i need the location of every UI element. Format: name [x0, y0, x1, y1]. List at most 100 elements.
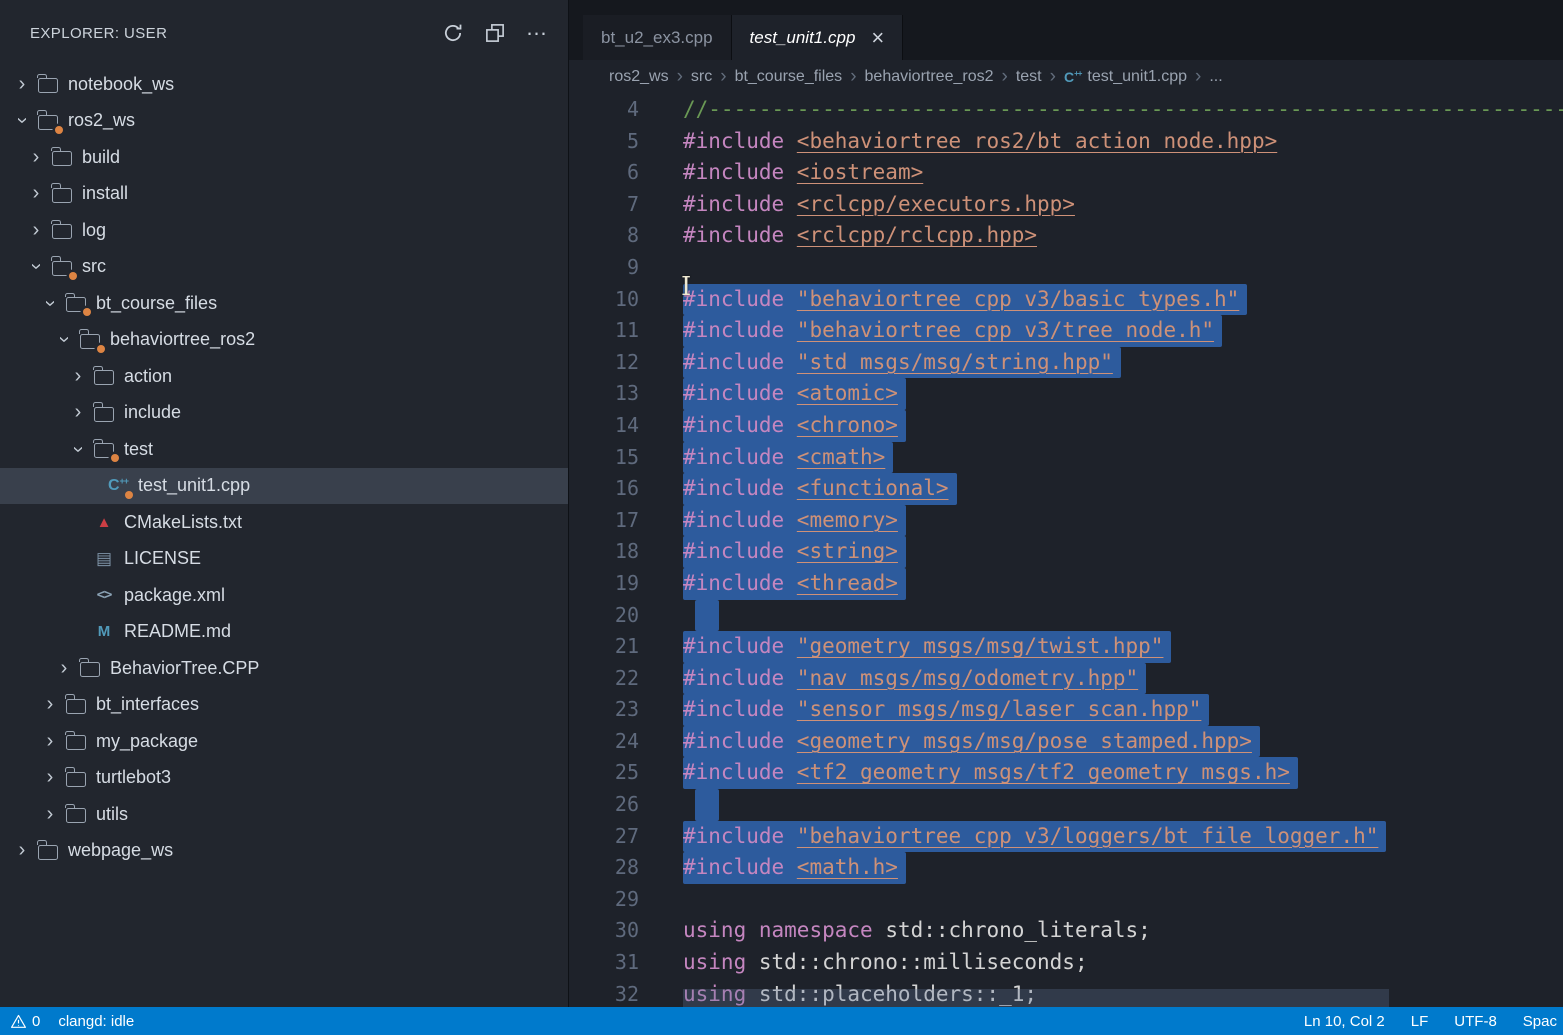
- tab-bt_u2_ex3.cpp[interactable]: bt_u2_ex3.cpp: [583, 15, 732, 60]
- line-text: #include "behaviortree_cpp_v3/loggers/bt…: [683, 821, 1386, 853]
- tab-label: bt_u2_ex3.cpp: [601, 28, 713, 48]
- line-text: #include <math.h>: [683, 852, 906, 884]
- status-encoding[interactable]: UTF-8: [1454, 1013, 1497, 1030]
- markdown-file-icon: M: [92, 621, 116, 643]
- code-line-29[interactable]: 29: [569, 884, 1563, 916]
- tree-item-label: log: [82, 220, 106, 241]
- more-actions-icon[interactable]: …: [524, 20, 550, 46]
- line-number: 10: [569, 284, 639, 316]
- tree-item-BehaviorTree.CPP[interactable]: ›BehaviorTree.CPP: [0, 650, 568, 687]
- tree-item-package.xml[interactable]: <>package.xml: [0, 577, 568, 614]
- line-number: 23: [569, 694, 639, 726]
- code-line-20[interactable]: 20: [569, 600, 1563, 632]
- code-line-31[interactable]: 31using std::chrono::milliseconds;: [569, 947, 1563, 979]
- cmake-file-icon: ▲: [92, 511, 116, 533]
- chevron-right-icon: ›: [716, 66, 730, 88]
- code-line-23[interactable]: 23#include "sensor_msgs/msg/laser_scan.h…: [569, 694, 1563, 726]
- split-editors-icon[interactable]: [482, 20, 508, 46]
- folder-icon: [64, 803, 88, 825]
- code-line-26[interactable]: 26: [569, 789, 1563, 821]
- breadcrumb-item-test[interactable]: test: [1012, 68, 1046, 86]
- line-text: //--------------------------------------…: [683, 94, 1563, 126]
- folder-icon: [64, 292, 88, 314]
- code-line-13[interactable]: 13#include <atomic>: [569, 378, 1563, 410]
- tree-item-action[interactable]: ›action: [0, 358, 568, 395]
- tree-item-build[interactable]: ›build: [0, 139, 568, 176]
- code-line-22[interactable]: 22#include "nav_msgs/msg/odometry.hpp": [569, 663, 1563, 695]
- code-line-30[interactable]: 30using namespace std::chrono_literals;: [569, 915, 1563, 947]
- breadcrumb-item-bt_course_files[interactable]: bt_course_files: [731, 68, 847, 86]
- code-line-25[interactable]: 25#include <tf2_geometry_msgs/tf2_geomet…: [569, 757, 1563, 789]
- line-text: #include <rclcpp/executors.hpp>: [683, 189, 1075, 221]
- line-text: #include <memory>: [683, 505, 906, 537]
- code-editor[interactable]: 4//-------------------------------------…: [569, 94, 1563, 1007]
- line-number: 12: [569, 347, 639, 379]
- tree-item-label: utils: [96, 804, 128, 825]
- status-language-server[interactable]: clangd: idle: [58, 1013, 134, 1030]
- code-line-6[interactable]: 6#include <iostream>: [569, 157, 1563, 189]
- folder-icon: [92, 365, 116, 387]
- tree-item-README.md[interactable]: MREADME.md: [0, 614, 568, 651]
- code-line-8[interactable]: 8#include <rclcpp/rclcpp.hpp>: [569, 220, 1563, 252]
- tree-item-install[interactable]: ›install: [0, 176, 568, 213]
- tree-item-ros2_ws[interactable]: ›ros2_ws: [0, 103, 568, 140]
- chevron-right-icon: ›: [997, 66, 1011, 88]
- status-indentation[interactable]: Spac: [1523, 1013, 1557, 1030]
- tree-item-include[interactable]: ›include: [0, 395, 568, 432]
- refresh-icon[interactable]: [440, 20, 466, 46]
- code-line-14[interactable]: 14#include <chrono>: [569, 410, 1563, 442]
- code-line-15[interactable]: 15#include <cmath>: [569, 442, 1563, 474]
- tree-item-turtlebot3[interactable]: ›turtlebot3: [0, 760, 568, 797]
- tree-item-log[interactable]: ›log: [0, 212, 568, 249]
- tree-item-bt_course_files[interactable]: ›bt_course_files: [0, 285, 568, 322]
- tree-item-behaviortree_ros2[interactable]: ›behaviortree_ros2: [0, 322, 568, 359]
- tree-item-test_unit1.cpp[interactable]: C++test_unit1.cpp: [0, 468, 568, 505]
- code-line-16[interactable]: 16#include <functional>: [569, 473, 1563, 505]
- breadcrumb-item-test_unit1.cpp[interactable]: C++test_unit1.cpp: [1060, 68, 1191, 86]
- tree-item-notebook_ws[interactable]: ›notebook_ws: [0, 66, 568, 103]
- line-text: #include "std_msgs/msg/string.hpp": [683, 347, 1121, 379]
- line-number: 8: [569, 220, 639, 252]
- tree-item-test[interactable]: ›test: [0, 431, 568, 468]
- breadcrumb-item-...[interactable]: ...: [1205, 68, 1226, 86]
- folder-icon: [78, 329, 102, 351]
- tree-item-utils[interactable]: ›utils: [0, 796, 568, 833]
- code-line-7[interactable]: 7#include <rclcpp/executors.hpp>: [569, 189, 1563, 221]
- code-line-28[interactable]: 28#include <math.h>: [569, 852, 1563, 884]
- tree-item-label: build: [82, 147, 120, 168]
- line-text: #include "behaviortree_cpp_v3/tree_node.…: [683, 315, 1222, 347]
- status-eol[interactable]: LF: [1411, 1013, 1429, 1030]
- status-problems[interactable]: 0: [10, 1013, 40, 1030]
- breadcrumb-item-ros2_ws[interactable]: ros2_ws: [605, 68, 673, 86]
- chevron-right-icon: ›: [846, 66, 860, 88]
- code-line-21[interactable]: 21#include "geometry_msgs/msg/twist.hpp": [569, 631, 1563, 663]
- code-line-4[interactable]: 4//-------------------------------------…: [569, 94, 1563, 126]
- breadcrumb-item-behaviortree_ros2[interactable]: behaviortree_ros2: [861, 68, 998, 86]
- code-line-24[interactable]: 24#include <geometry_msgs/msg/pose_stamp…: [569, 726, 1563, 758]
- tree-item-my_package[interactable]: ›my_package: [0, 723, 568, 760]
- horizontal-scrollbar[interactable]: [683, 989, 1389, 1007]
- tree-item-src[interactable]: ›src: [0, 249, 568, 286]
- tree-item-LICENSE[interactable]: ▤LICENSE: [0, 541, 568, 578]
- tree-item-CMakeLists.txt[interactable]: ▲CMakeLists.txt: [0, 504, 568, 541]
- breadcrumb-item-src[interactable]: src: [687, 68, 716, 86]
- status-label: Spac: [1523, 1013, 1557, 1030]
- code-line-19[interactable]: 19#include <thread>: [569, 568, 1563, 600]
- code-line-5[interactable]: 5#include <behaviortree_ros2/bt_action_n…: [569, 126, 1563, 158]
- code-line-17[interactable]: 17#include <memory>: [569, 505, 1563, 537]
- tab-test_unit1.cpp[interactable]: test_unit1.cpp×: [732, 15, 904, 60]
- close-icon[interactable]: ×: [871, 27, 884, 49]
- breadcrumb-label: bt_course_files: [735, 68, 843, 86]
- code-line-10[interactable]: 10#include "behaviortree_cpp_v3/basic_ty…: [569, 284, 1563, 316]
- code-line-27[interactable]: 27#include "behaviortree_cpp_v3/loggers/…: [569, 821, 1563, 853]
- line-text: #include "geometry_msgs/msg/twist.hpp": [683, 631, 1171, 663]
- code-line-9[interactable]: 9: [569, 252, 1563, 284]
- code-line-11[interactable]: 11#include "behaviortree_cpp_v3/tree_nod…: [569, 315, 1563, 347]
- tree-item-bt_interfaces[interactable]: ›bt_interfaces: [0, 687, 568, 724]
- tree-item-webpage_ws[interactable]: ›webpage_ws: [0, 833, 568, 870]
- status-cursor-position[interactable]: Ln 10, Col 2: [1304, 1013, 1385, 1030]
- code-line-18[interactable]: 18#include <string>: [569, 536, 1563, 568]
- code-line-12[interactable]: 12 #include "std_msgs/msg/string.hpp": [569, 347, 1563, 379]
- line-text: #include <iostream>: [683, 157, 923, 189]
- modified-dot: [97, 345, 105, 353]
